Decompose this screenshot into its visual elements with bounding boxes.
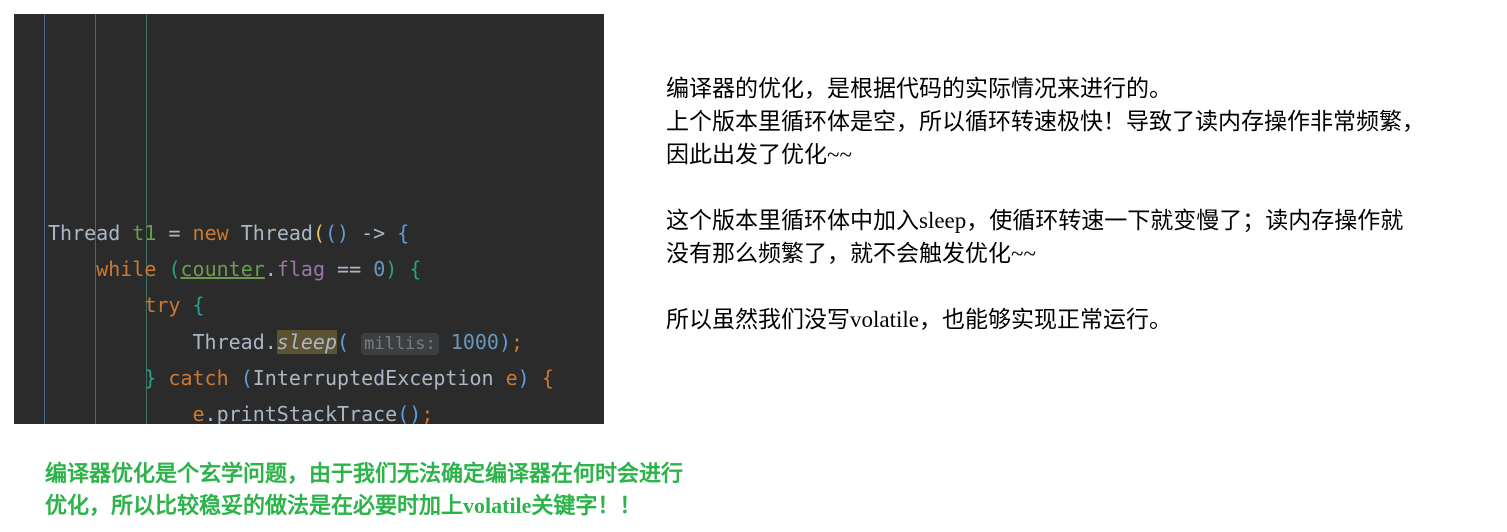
footnote-line: 优化，所以比较稳妥的做法是在必要时加上volatile关键字！！ bbox=[45, 493, 642, 518]
code-token: ( bbox=[337, 329, 350, 354]
code-line: Thread t1 = new Thread(() -> { bbox=[14, 215, 604, 251]
note-spacer bbox=[666, 270, 1506, 303]
code-token: ( bbox=[240, 365, 253, 390]
code-token: printStackTrace bbox=[216, 401, 398, 424]
code-token: . bbox=[264, 257, 277, 282]
code-token: ; bbox=[511, 329, 524, 354]
code-token: while bbox=[96, 257, 157, 282]
code-token: . bbox=[264, 329, 277, 354]
code-token: ( bbox=[397, 401, 410, 424]
code-token: 1000 bbox=[450, 329, 499, 354]
code-line: while (counter.flag == 0) { bbox=[14, 251, 604, 287]
code-token: . bbox=[204, 401, 217, 424]
code-token: ( bbox=[168, 257, 181, 282]
code-token: catch bbox=[168, 365, 229, 390]
code-token: ; bbox=[421, 401, 434, 424]
code-token: ( bbox=[312, 221, 325, 246]
code-token: e bbox=[505, 365, 518, 390]
code-line: try { bbox=[14, 287, 604, 323]
code-token: = bbox=[168, 221, 181, 246]
note-line: 编译器的优化，是根据代码的实际情况来进行的。 bbox=[666, 76, 1172, 101]
code-token: { bbox=[192, 293, 205, 318]
code-token: } bbox=[144, 365, 157, 390]
highlighted-footnote: 编译器优化是个玄学问题，由于我们无法确定编译器在何时会进行 优化，所以比较稳妥的… bbox=[45, 458, 1145, 522]
code-token: InterruptedException bbox=[252, 365, 494, 390]
note-paragraph-3: 所以虽然我们没写volatile，也能够实现正常运行。 bbox=[666, 303, 1506, 336]
code-token: ) bbox=[517, 365, 530, 390]
code-token: millis: bbox=[361, 332, 439, 355]
code-token: 0 bbox=[373, 257, 386, 282]
code-line-list: Thread t1 = new Thread(() -> { while (co… bbox=[14, 215, 604, 424]
explanation-notes: 编译器的优化，是根据代码的实际情况来进行的。 上个版本里循环体是空，所以循环转速… bbox=[666, 72, 1506, 336]
note-spacer bbox=[666, 171, 1506, 204]
code-token: Thread bbox=[48, 221, 121, 246]
note-line: 因此出发了优化~~ bbox=[666, 142, 852, 167]
code-line: } catch (InterruptedException e) { bbox=[14, 360, 604, 396]
code-line: e.printStackTrace(); bbox=[14, 396, 604, 424]
note-line: 所以虽然我们没写volatile，也能够实现正常运行。 bbox=[666, 307, 1172, 332]
code-token: ) bbox=[498, 329, 512, 354]
code-token: == bbox=[337, 257, 362, 282]
code-token: ) bbox=[409, 401, 422, 424]
code-token: ) bbox=[385, 257, 398, 282]
code-token: flag bbox=[276, 257, 325, 282]
code-token: sleep bbox=[276, 329, 338, 354]
code-token: Thread bbox=[240, 221, 313, 246]
note-line: 没有那么频繁了，就不会触发优化~~ bbox=[666, 241, 1036, 266]
code-token: ( bbox=[325, 221, 338, 246]
code-token: e bbox=[192, 401, 205, 424]
code-token: Thread bbox=[192, 329, 265, 354]
note-line: 这个版本里循环体中加入sleep，使循环转速一下就变慢了；读内存操作就 bbox=[666, 208, 1404, 233]
code-token: { bbox=[541, 365, 554, 390]
code-token: t1 bbox=[132, 221, 157, 246]
code-token: new bbox=[192, 221, 229, 246]
code-editor-panel: Thread t1 = new Thread(() -> { while (co… bbox=[14, 14, 604, 424]
code-token: { bbox=[409, 257, 422, 282]
code-token: counter bbox=[180, 257, 265, 282]
note-paragraph-2: 这个版本里循环体中加入sleep，使循环转速一下就变慢了；读内存操作就 没有那么… bbox=[666, 204, 1506, 270]
code-token: { bbox=[397, 221, 410, 246]
code-token: ) bbox=[337, 221, 350, 246]
code-line: Thread.sleep( millis: 1000); bbox=[14, 324, 604, 360]
note-paragraph-1: 编译器的优化，是根据代码的实际情况来进行的。 上个版本里循环体是空，所以循环转速… bbox=[666, 72, 1506, 171]
code-token: try bbox=[144, 293, 181, 318]
code-token: -> bbox=[361, 221, 386, 246]
footnote-line: 编译器优化是个玄学问题，由于我们无法确定编译器在何时会进行 bbox=[45, 461, 684, 486]
note-line: 上个版本里循环体是空，所以循环转速极快！导致了读内存操作非常频繁， bbox=[666, 109, 1425, 134]
